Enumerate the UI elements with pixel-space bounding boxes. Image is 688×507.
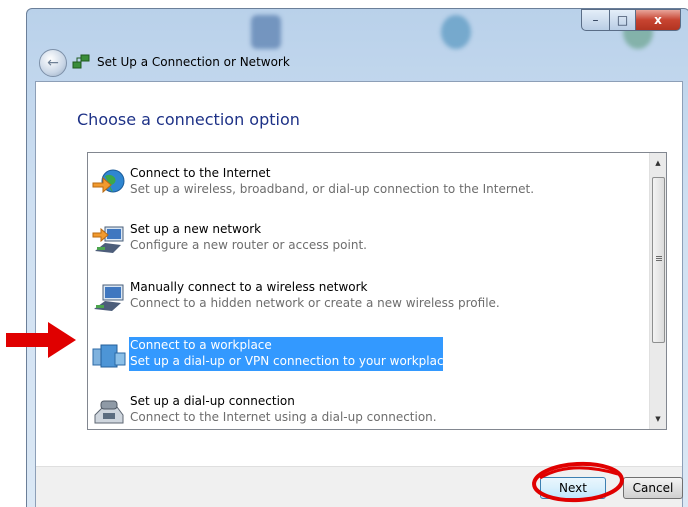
option-title: Connect to a workplace — [130, 338, 272, 352]
back-arrow-icon: ← — [47, 55, 59, 71]
option-description: Set up a wireless, broadband, or dial-up… — [130, 182, 535, 196]
wireless-network-icon — [94, 284, 124, 311]
option-connect-internet[interactable]: Connect to the Internet Set up a wireles… — [91, 165, 631, 203]
option-title: Connect to the Internet — [130, 166, 271, 180]
option-title: Set up a dial-up connection — [130, 394, 295, 408]
telephone-modem-icon — [94, 400, 124, 424]
globe-network-icon — [92, 169, 125, 194]
vertical-scrollbar[interactable]: ▲ ▼ — [649, 153, 666, 429]
minimize-icon: – — [592, 13, 599, 27]
annotation-arrow-icon — [6, 322, 76, 358]
maximize-button[interactable]: □ — [610, 9, 636, 31]
grip-icon — [656, 256, 662, 257]
scroll-up-icon[interactable]: ▲ — [650, 155, 666, 171]
page-heading: Choose a connection option — [77, 110, 300, 129]
option-dialup[interactable]: Set up a dial-up connection Connect to t… — [91, 393, 631, 431]
option-manual-wireless[interactable]: Manually connect to a wireless network C… — [91, 279, 631, 317]
dialog-content: Choose a connection option Connect to th… — [35, 81, 683, 507]
option-new-network[interactable]: Set up a new network Configure a new rou… — [91, 221, 631, 259]
option-title: Manually connect to a wireless network — [130, 280, 368, 294]
connection-options-list[interactable]: Connect to the Internet Set up a wireles… — [87, 152, 667, 430]
close-icon: x — [654, 13, 662, 27]
router-network-icon — [92, 226, 124, 253]
annotation-circle-icon — [532, 461, 624, 503]
option-connect-workplace[interactable]: Connect to a workplace Set up a dial-up … — [91, 337, 631, 375]
scroll-down-icon[interactable]: ▼ — [650, 411, 666, 427]
back-button[interactable]: ← — [39, 49, 67, 77]
option-title: Set up a new network — [130, 222, 262, 236]
cancel-button[interactable]: Cancel — [623, 477, 683, 499]
maximize-icon: □ — [616, 13, 629, 27]
option-description: Configure a new router or access point. — [130, 238, 367, 252]
option-description: Connect to the Internet using a dial-up … — [130, 410, 437, 424]
workplace-building-icon — [92, 344, 126, 368]
window-title: Set Up a Connection or Network — [97, 55, 290, 69]
option-description: Set up a dial-up or VPN connection to yo… — [130, 354, 455, 368]
close-button[interactable]: x — [636, 9, 681, 31]
network-setup-icon — [72, 54, 90, 69]
screenshot: ← Set Up a Connection or Network – □ x C… — [0, 0, 688, 507]
dialog-window: ← Set Up a Connection or Network – □ x C… — [26, 8, 688, 507]
window-controls: – □ x — [581, 9, 681, 31]
option-description: Connect to a hidden network or create a … — [130, 296, 500, 310]
scrollbar-thumb[interactable] — [652, 177, 665, 343]
minimize-button[interactable]: – — [581, 9, 610, 31]
